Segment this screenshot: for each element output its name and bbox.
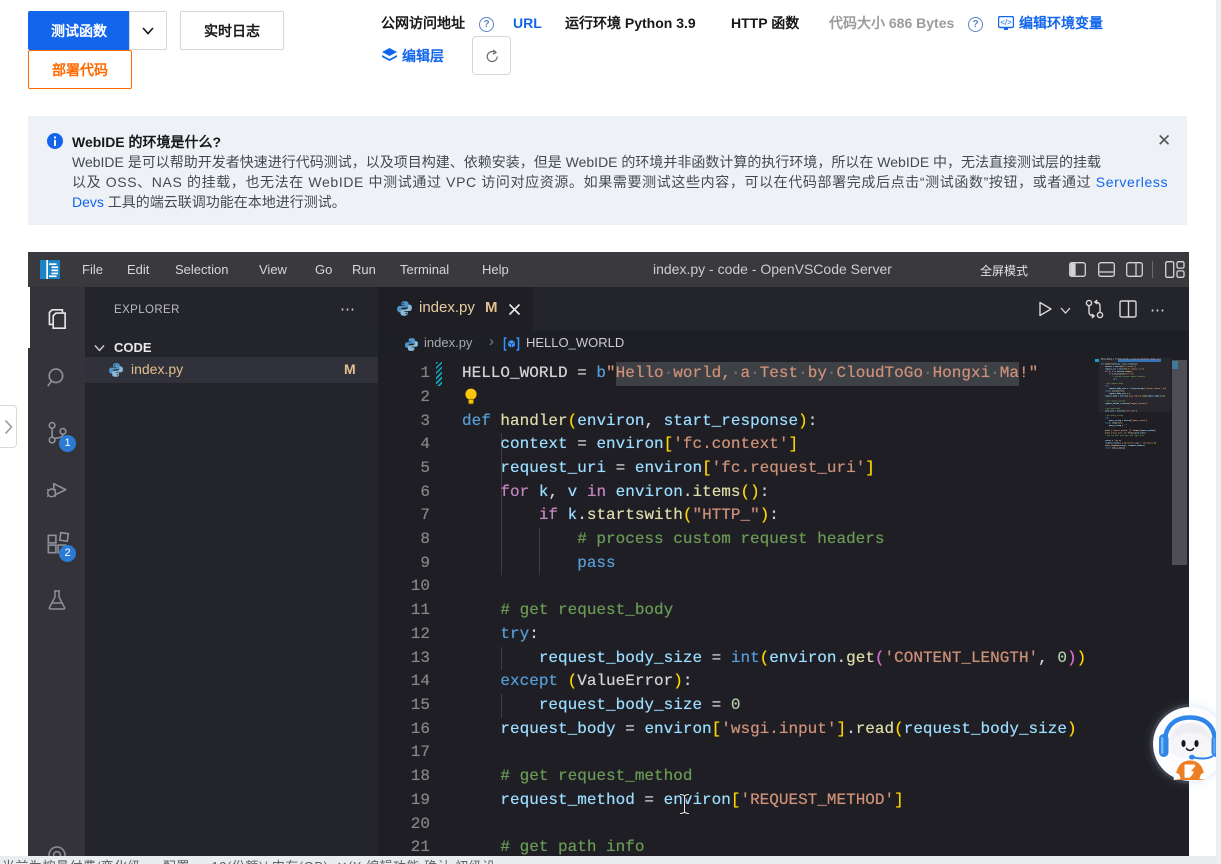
svg-text:</>: </> xyxy=(1000,18,1012,27)
